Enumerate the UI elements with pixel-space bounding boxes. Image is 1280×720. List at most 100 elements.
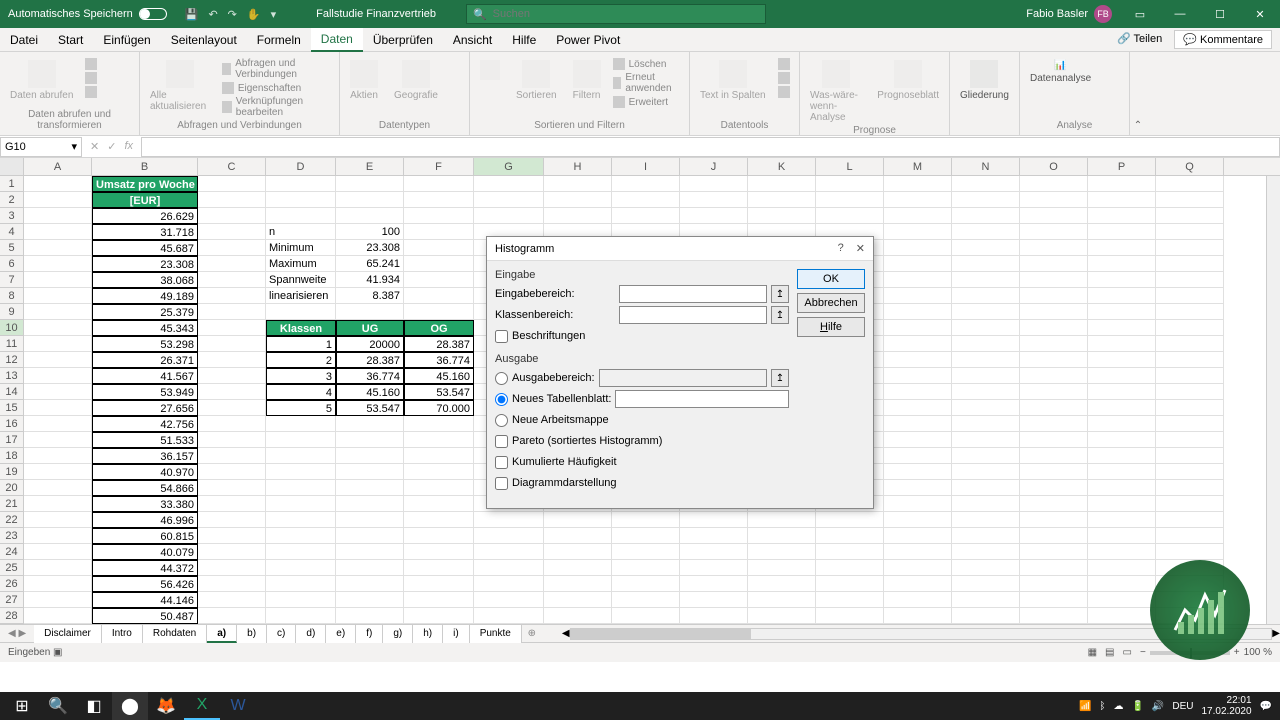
cell[interactable] [1088,192,1156,208]
cell[interactable] [544,528,612,544]
cell[interactable]: 3 [266,368,336,384]
cell[interactable] [816,544,884,560]
cell[interactable] [198,368,266,384]
cell[interactable]: 36.157 [92,448,198,464]
cell[interactable] [680,608,748,624]
sheet-tab[interactable]: d) [296,625,326,643]
cell[interactable] [952,592,1020,608]
cell[interactable] [952,192,1020,208]
cell[interactable] [474,208,544,224]
row-header[interactable]: 4 [0,224,24,240]
cell[interactable] [884,480,952,496]
new-worksheet-radio[interactable]: Neues Tabellenblatt: [495,390,789,408]
cell[interactable] [884,608,952,624]
cell[interactable] [884,224,952,240]
cell[interactable] [198,512,266,528]
cell[interactable] [1020,384,1088,400]
row-header[interactable]: 13 [0,368,24,384]
tab-formeln[interactable]: Formeln [247,28,311,52]
cell[interactable] [748,192,816,208]
cell[interactable] [24,304,92,320]
view-normal-icon[interactable]: ▦ [1088,647,1097,658]
row-header[interactable]: 9 [0,304,24,320]
cell[interactable] [404,496,474,512]
cell[interactable] [952,480,1020,496]
sheet-tab[interactable]: f) [356,625,383,643]
cell[interactable] [680,544,748,560]
cell[interactable] [24,288,92,304]
cell[interactable] [1156,464,1224,480]
cell[interactable] [748,528,816,544]
select-all-corner[interactable] [0,158,24,175]
cell[interactable] [24,352,92,368]
cell[interactable] [24,336,92,352]
cell[interactable] [1088,496,1156,512]
cell[interactable] [24,432,92,448]
cell[interactable]: 40.079 [92,544,198,560]
cell[interactable] [24,464,92,480]
cell[interactable] [266,576,336,592]
row-header[interactable]: 23 [0,528,24,544]
cell[interactable] [816,528,884,544]
cell[interactable] [24,320,92,336]
help-button[interactable]: Hilfe [797,317,865,337]
cell[interactable] [198,320,266,336]
sheet-tab[interactable]: h) [413,625,443,643]
cell[interactable]: 8.387 [336,288,404,304]
cell[interactable] [1020,496,1088,512]
ref-button[interactable]: ↥ [771,306,789,324]
cell[interactable] [1088,528,1156,544]
cell[interactable] [266,608,336,624]
close-icon[interactable]: ✕ [1240,0,1280,28]
cell[interactable] [1088,592,1156,608]
cell[interactable] [336,528,404,544]
tab-hilfe[interactable]: Hilfe [502,28,546,52]
cell[interactable] [680,176,748,192]
taskview-icon[interactable]: ◧ [76,692,112,720]
cell[interactable] [1088,352,1156,368]
cell[interactable] [266,176,336,192]
cell[interactable] [612,208,680,224]
tab-ansicht[interactable]: Ansicht [443,28,502,52]
cell[interactable] [952,528,1020,544]
cell[interactable] [198,256,266,272]
cell[interactable]: 54.866 [92,480,198,496]
cell[interactable] [1088,560,1156,576]
cell[interactable] [952,400,1020,416]
cell[interactable] [198,384,266,400]
cell[interactable] [748,176,816,192]
cell[interactable] [24,608,92,624]
cell[interactable] [198,304,266,320]
cell[interactable]: 51.533 [92,432,198,448]
cancel-button[interactable]: Abbrechen [797,293,865,313]
tray-icon[interactable]: 📶 [1079,701,1091,712]
cell[interactable] [748,208,816,224]
cell[interactable] [884,304,952,320]
cell[interactable] [198,560,266,576]
cell[interactable] [404,608,474,624]
cell[interactable] [612,592,680,608]
cell[interactable] [404,288,474,304]
cell[interactable] [336,304,404,320]
cell[interactable] [748,576,816,592]
cell[interactable] [544,512,612,528]
cell[interactable] [612,528,680,544]
cell[interactable] [952,512,1020,528]
cell[interactable]: 28.387 [404,336,474,352]
cell[interactable]: 36.774 [336,368,404,384]
cell[interactable] [884,272,952,288]
cell[interactable] [884,576,952,592]
add-sheet-button[interactable]: ⊕ [522,628,542,639]
cell[interactable]: 53.547 [404,384,474,400]
cell[interactable]: 36.774 [404,352,474,368]
cell[interactable] [952,384,1020,400]
cell[interactable]: 53.949 [92,384,198,400]
cell[interactable] [266,496,336,512]
cell[interactable] [1020,192,1088,208]
tab-datei[interactable]: Datei [0,28,48,52]
column-header[interactable]: Q [1156,158,1224,175]
redo-icon[interactable]: ↷ [228,8,237,21]
sheet-tab[interactable]: Intro [102,625,143,643]
cell[interactable]: 23.308 [92,256,198,272]
labels-checkbox[interactable]: Beschriftungen [495,327,789,345]
